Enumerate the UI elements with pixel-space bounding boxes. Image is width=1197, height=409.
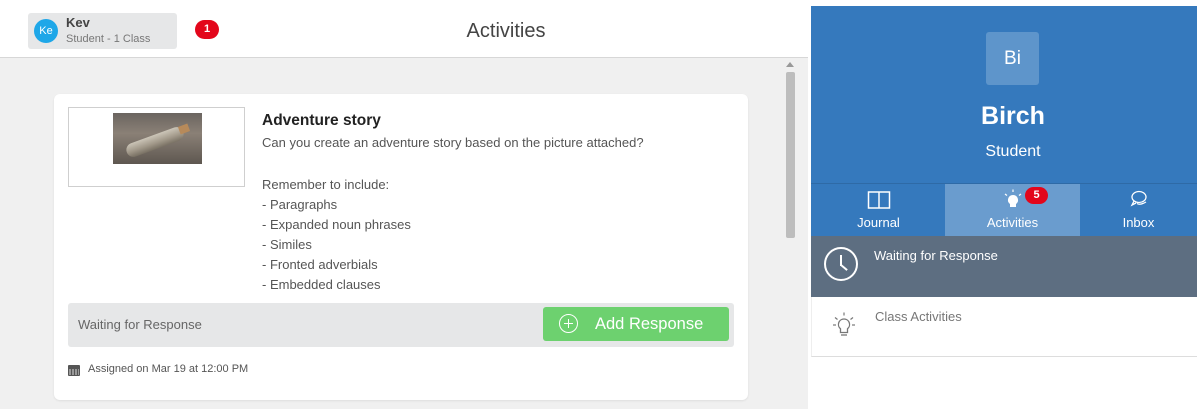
book-icon	[867, 191, 890, 209]
instruction-line: - Paragraphs	[262, 197, 338, 212]
tab-label: Activities	[986, 215, 1039, 230]
chat-bubbles-icon	[1130, 190, 1147, 207]
scrollbar[interactable]	[782, 59, 798, 409]
assigned-date: Assigned on Mar 19 at 12:00 PM	[88, 363, 249, 375]
instruction-line: - Expanded noun phrases	[262, 217, 411, 232]
student-name: Birch	[981, 102, 1045, 130]
calendar-icon	[68, 365, 80, 376]
notification-badge: 1	[195, 20, 219, 39]
activity-description: Can you create an adventure story based …	[262, 135, 644, 150]
student-sidebar: Bi Birch Student Journal 5 Activities In…	[811, 0, 1197, 409]
tab-inbox[interactable]: Inbox	[1080, 184, 1197, 237]
instruction-line: - Fronted adverbials	[262, 257, 378, 272]
activity-image-thumbnail[interactable]	[68, 107, 245, 187]
user-name: Kev	[66, 15, 90, 30]
response-status-bar: Waiting for Response Add Response	[68, 303, 734, 347]
avatar: Ke	[34, 19, 58, 43]
instruction-line: Remember to include:	[262, 177, 390, 192]
filter-label: Waiting for Response	[874, 248, 998, 263]
activity-instructions: Remember to include: - Paragraphs - Expa…	[262, 175, 411, 295]
bottle-shape	[124, 125, 186, 159]
student-profile: Bi Birch Student	[811, 6, 1197, 183]
activity-title: Adventure story	[262, 112, 381, 129]
user-switcher[interactable]: Ke Kev Student - 1 Class 1	[28, 13, 219, 49]
response-status: Waiting for Response	[78, 317, 202, 332]
scroll-up-arrow-icon[interactable]	[786, 62, 794, 67]
lightbulb-icon	[1004, 189, 1021, 207]
tab-label: Journal	[857, 215, 900, 230]
tab-label: Inbox	[1122, 215, 1155, 230]
scroll-thumb[interactable]	[786, 72, 795, 238]
clock-icon	[824, 247, 858, 281]
plus-circle-icon	[559, 314, 578, 333]
instruction-line: - Similes	[262, 237, 312, 252]
add-response-button[interactable]: Add Response	[543, 307, 729, 341]
tab-journal[interactable]: Journal	[811, 184, 946, 237]
tab-activities[interactable]: 5 Activities	[945, 184, 1080, 237]
student-avatar: Bi	[986, 32, 1039, 85]
cork-shape	[177, 123, 191, 135]
sidebar-tabs: Journal 5 Activities Inbox	[811, 183, 1197, 237]
user-subtitle: Student - 1 Class	[66, 33, 151, 45]
lightbulb-icon	[833, 312, 855, 336]
activities-pane: Ke Kev Student - 1 Class 1 Activities Ad…	[0, 0, 808, 409]
activities-badge: 5	[1025, 187, 1048, 204]
bottle-photo	[113, 113, 202, 164]
activity-card: Adventure story Can you create an advent…	[54, 94, 748, 400]
filter-waiting-for-response[interactable]: Waiting for Response	[811, 236, 1197, 297]
instruction-line: - Embedded clauses	[262, 277, 381, 292]
student-role: Student	[985, 143, 1041, 160]
top-bar: Ke Kev Student - 1 Class 1 Activities	[0, 0, 808, 58]
filter-label: Class Activities	[875, 309, 962, 324]
filter-class-activities[interactable]: Class Activities	[811, 297, 1197, 357]
app-root: Ke Kev Student - 1 Class 1 Activities Ad…	[0, 0, 1197, 409]
add-response-label: Add Response	[595, 315, 704, 333]
